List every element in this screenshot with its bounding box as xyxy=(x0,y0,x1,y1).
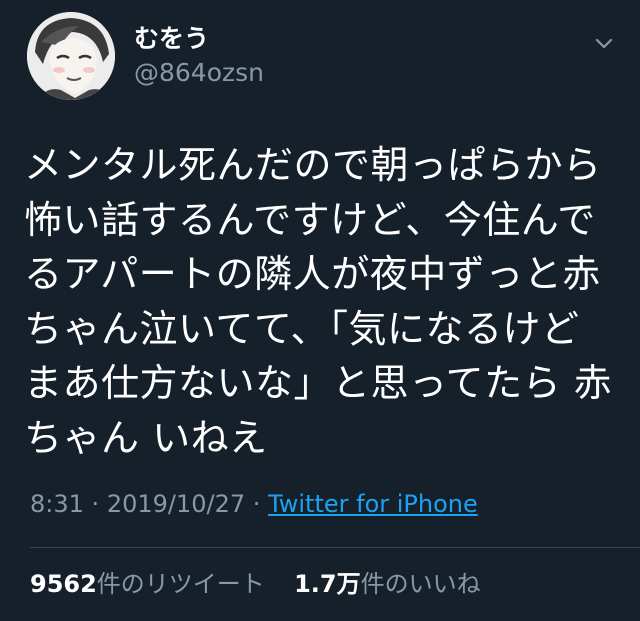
meta-separator: · xyxy=(91,490,107,518)
display-name[interactable]: むをう xyxy=(134,24,209,54)
tweet-date[interactable]: 2019/10/27 xyxy=(107,490,245,518)
tweet-text-line: 怖い話するんですけど、今住んで xyxy=(24,197,596,242)
meta-separator: · xyxy=(252,490,269,518)
likes-stat[interactable]: 1.7万件のいいね xyxy=(294,570,481,598)
avatar-illustration-icon xyxy=(27,12,115,100)
tweet-text: メンタル死んだので朝っぱらから 怖い話するんですけど、今住んで るアパートの隣人… xyxy=(24,138,624,465)
avatar[interactable] xyxy=(27,12,115,100)
retweets-count: 9562 xyxy=(30,570,97,598)
tweet-text-line: メンタル死んだので朝っぱらから xyxy=(24,143,602,187)
retweets-stat[interactable]: 9562件のリツイート xyxy=(30,570,265,598)
tweet-source-link[interactable]: Twitter for iPhone xyxy=(268,490,478,518)
tweet-text-line: るアパートの隣人が夜中ずっと赤 xyxy=(24,252,601,296)
tweet-card: むをう @864ozsn メンタル死んだので朝っぱらから 怖い話するんですけど、… xyxy=(0,0,640,621)
divider xyxy=(30,547,640,548)
tweet-text-line: ちゃん いねえ xyxy=(24,415,268,460)
tweet-text-line: ちゃん泣いてて、「気になるけど xyxy=(24,306,580,351)
retweets-label: 件のリツイート xyxy=(96,570,265,598)
tweet-text-line: まあ仕方ないな」と思ってたら 赤 xyxy=(24,361,613,405)
tweet-stats: 9562件のリツイート 1.7万件のいいね xyxy=(30,568,481,600)
tweet-meta: 8:31 · 2019/10/27 · Twitter for iPhone xyxy=(30,488,478,520)
likes-count: 1.7万 xyxy=(294,570,361,598)
user-handle[interactable]: @864ozsn xyxy=(134,58,264,88)
likes-label: 件のいいね xyxy=(360,570,481,598)
tweet-time[interactable]: 8:31 xyxy=(30,490,84,518)
chevron-down-icon[interactable] xyxy=(589,32,619,56)
